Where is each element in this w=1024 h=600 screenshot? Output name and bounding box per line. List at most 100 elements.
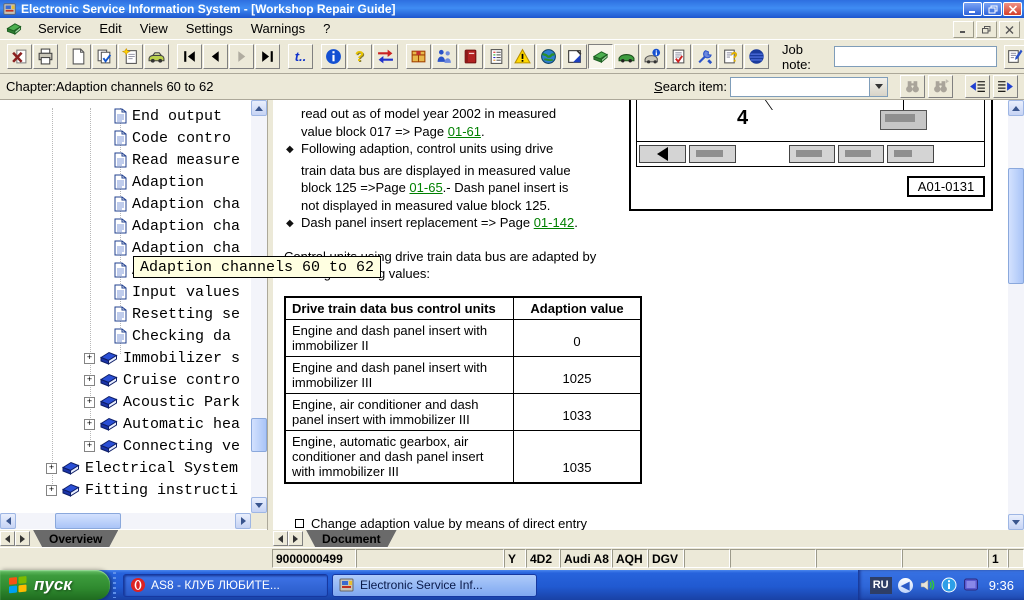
tree-item[interactable]: +Cruise contro [0,369,251,391]
tree-item[interactable]: Input values [0,281,251,303]
tree-horizontal-scrollbar[interactable] [0,513,251,529]
mdi-close-icon[interactable] [999,21,1020,38]
globe-button[interactable] [536,44,561,69]
page-link-01-142[interactable]: 01-142 [534,215,574,230]
tree-item[interactable]: +Immobilizer s [0,347,251,369]
hide-icons-chevron-icon[interactable]: ◀ [898,578,913,593]
tree-vertical-scrollbar[interactable] [251,100,267,513]
previous-page-button[interactable] [203,44,228,69]
tree-item[interactable]: Adaption [0,171,251,193]
tab-overview[interactable]: Overview [33,530,118,547]
scroll-up-icon[interactable] [251,100,267,116]
tab-scroll-right-icon[interactable] [288,531,303,546]
parts-button[interactable] [406,44,431,69]
menu-service[interactable]: Service [29,19,90,38]
swap-arrows-button[interactable] [373,44,398,69]
new-note-button[interactable] [118,44,143,69]
last-page-button[interactable] [255,44,280,69]
expand-icon[interactable]: + [84,419,95,430]
vehicle-info-button[interactable] [640,44,665,69]
menu-settings[interactable]: Settings [177,19,242,38]
menu-help[interactable]: ? [314,19,339,38]
expand-icon[interactable]: + [84,441,95,452]
scroll-down-icon[interactable] [251,497,267,513]
next-page-button[interactable] [229,44,254,69]
mdi-restore-icon[interactable] [976,21,997,38]
tab-document[interactable]: Document [306,530,397,547]
target-jump-button[interactable]: t.. [288,44,313,69]
red-book-button[interactable] [458,44,483,69]
scroll-down-icon[interactable] [1008,514,1024,530]
combobox-dropdown-icon[interactable] [869,78,887,96]
jump-back-button[interactable] [965,75,990,98]
network-sphere-button[interactable] [744,44,769,69]
job-note-input[interactable] [834,46,997,67]
wiring-list-button[interactable] [484,44,509,69]
taskbar-item-esis[interactable]: Electronic Service Inf... [332,574,537,597]
info-tray-icon[interactable] [941,577,957,593]
tree-item[interactable]: +Acoustic Park [0,391,251,413]
close-icon[interactable] [1003,2,1022,16]
restore-icon[interactable] [983,2,1002,16]
expand-icon[interactable]: + [84,397,95,408]
warning-button[interactable] [510,44,535,69]
document-help-button[interactable] [718,44,743,69]
tree-item[interactable]: +Fitting instructi [0,479,251,501]
taskbar-item-opera[interactable]: AS8 - КЛУБ ЛЮБИТЕ... [123,574,328,597]
menu-warnings[interactable]: Warnings [242,19,314,38]
print-button[interactable] [33,44,58,69]
mdi-minimize-icon[interactable] [953,21,974,38]
tree-item[interactable]: Code contro [0,127,251,149]
tab-scroll-left-icon[interactable] [0,531,15,546]
menu-edit[interactable]: Edit [90,19,130,38]
tree-item[interactable]: +Electrical System [0,457,251,479]
expand-icon[interactable]: + [84,353,95,364]
page-link-01-61[interactable]: 01-61 [448,124,481,139]
display-tray-icon[interactable] [963,577,979,593]
first-page-button[interactable] [177,44,202,69]
info-button[interactable] [321,44,346,69]
search-next-button[interactable] [928,75,953,98]
start-button[interactable]: пуск [0,570,110,600]
job-note-edit-button[interactable] [1004,45,1024,69]
minimize-icon[interactable] [963,2,982,16]
tree-item[interactable]: +Connecting ve [0,435,251,457]
expand-icon[interactable]: + [46,485,57,496]
tree-item[interactable]: Adaption cha [0,193,251,215]
tab-scroll-right-icon[interactable] [15,531,30,546]
volume-icon[interactable] [919,577,935,593]
copy-check-button[interactable] [92,44,117,69]
scroll-thumb[interactable] [1008,168,1024,284]
fill-tool-button[interactable] [562,44,587,69]
tree-item[interactable]: Read measure [0,149,251,171]
expand-icon[interactable]: + [46,463,57,474]
search-item-value[interactable] [731,78,869,96]
tree-item[interactable]: +Automatic hea [0,413,251,435]
clock[interactable]: 9:36 [989,578,1014,593]
search-item-combobox[interactable] [730,77,888,97]
expand-icon[interactable]: + [84,375,95,386]
help-button[interactable]: ? [347,44,372,69]
vehicle-button[interactable] [144,44,169,69]
scroll-up-icon[interactable] [1008,100,1024,116]
language-indicator[interactable]: RU [870,577,892,594]
search-previous-button[interactable] [900,75,925,98]
tree-item[interactable]: Resetting se [0,303,251,325]
protocol-button[interactable] [666,44,691,69]
tree-item[interactable]: End output [0,105,251,127]
tree-item[interactable]: Adaption cha [0,215,251,237]
scroll-left-icon[interactable] [0,513,16,529]
service-vehicle-button[interactable] [614,44,639,69]
jump-forward-button[interactable] [993,75,1018,98]
workshop-manual-button[interactable] [588,44,613,69]
scroll-right-icon[interactable] [235,513,251,529]
new-document-button[interactable] [66,44,91,69]
menu-view[interactable]: View [131,19,177,38]
tab-scroll-left-icon[interactable] [273,531,288,546]
customer-service-button[interactable] [432,44,457,69]
scroll-thumb[interactable] [55,513,121,529]
page-link-01-65[interactable]: 01-65 [409,180,442,195]
tools-button[interactable] [692,44,717,69]
document-vertical-scrollbar[interactable] [1008,100,1024,530]
exit-button[interactable] [7,44,32,69]
